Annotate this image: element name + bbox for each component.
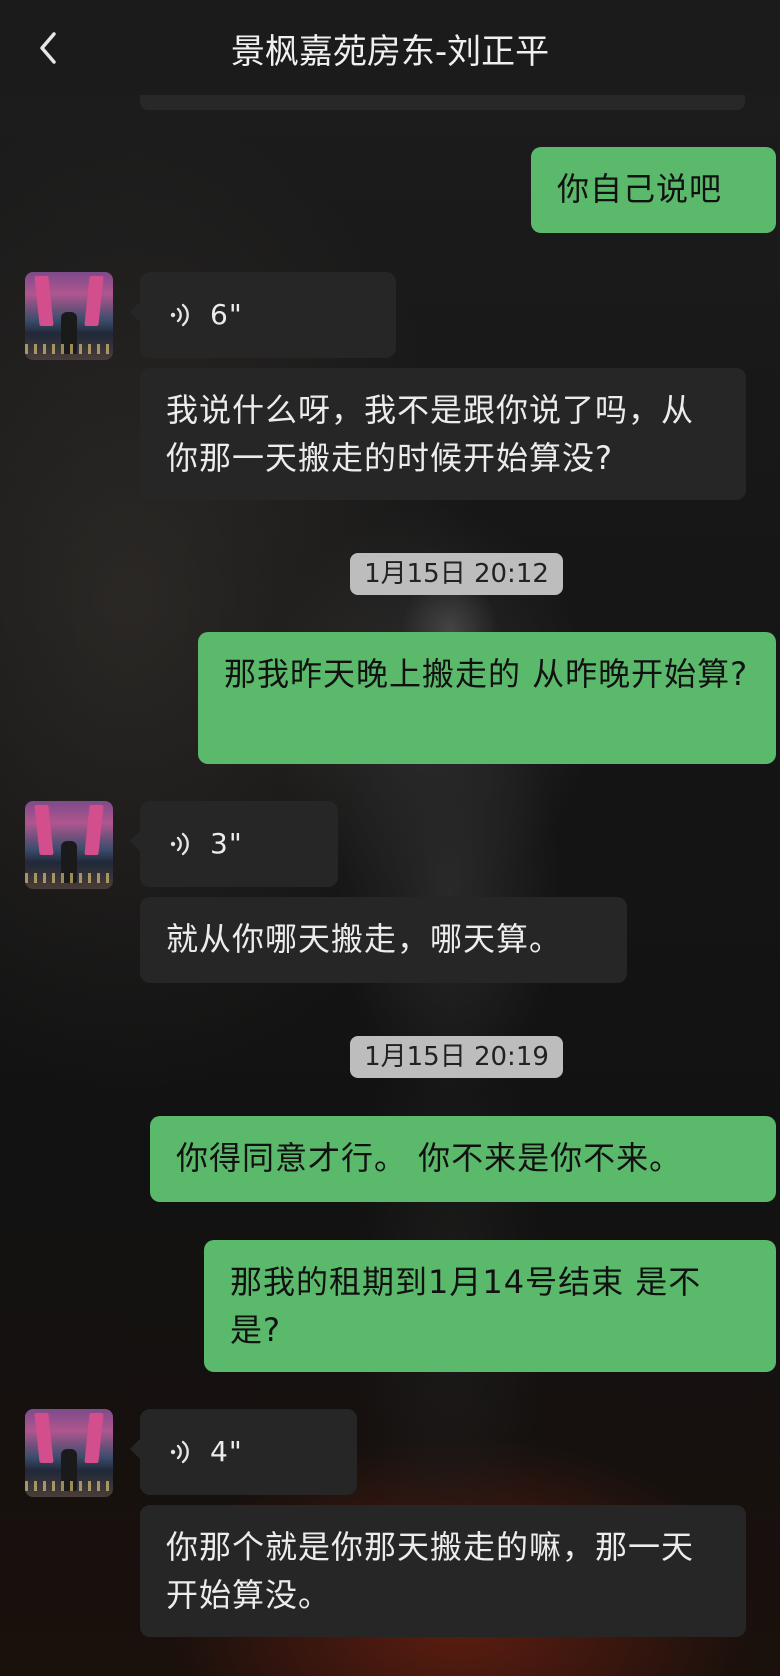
message-timestamp: 1月15日 20:19 [350,1036,563,1078]
message-text: 我说什么呀，我不是跟你说了吗，从你那一天搬走的时候开始算没? [166,391,695,477]
message-text: 那我的租期到1月14号结束 是不是? [230,1263,702,1349]
outgoing-message[interactable]: 你自己说吧 [531,147,776,233]
message-text: 你自己说吧 [557,170,723,208]
voice-duration: 4" [210,1435,243,1468]
outgoing-message[interactable]: 那我昨天晚上搬走的 从昨晚开始算? [198,632,776,764]
voice-wave-icon [170,303,189,327]
message-text: 你得同意才行。 你不来是你不来。 [176,1139,683,1177]
voice-wave-icon [170,1440,189,1464]
message-text: 那我昨天晚上搬走的 从昨晚开始算? [224,655,749,693]
chat-header: 景枫嘉苑房东-刘正平 [0,0,780,95]
outgoing-message[interactable]: 你得同意才行。 你不来是你不来。 [150,1116,776,1202]
incoming-message[interactable]: 你那个就是你那天搬走的嘛，那一天开始算没。 [140,1505,746,1637]
message-text: 你那个就是你那天搬走的嘛，那一天开始算没。 [166,1528,695,1614]
incoming-message[interactable]: 就从你哪天搬走，哪天算。 [140,897,627,983]
voice-message[interactable]: 3" [130,801,338,887]
outgoing-message[interactable]: 那我的租期到1月14号结束 是不是? [204,1240,776,1372]
contact-avatar[interactable] [25,272,113,360]
contact-avatar[interactable] [25,801,113,889]
voice-duration: 3" [210,827,243,860]
voice-duration: 6" [210,298,243,331]
chat-title: 景枫嘉苑房东-刘正平 [230,32,550,72]
contact-avatar[interactable] [25,1409,113,1497]
voice-wave-icon [170,832,189,856]
voice-message[interactable]: 6" [130,272,396,358]
incoming-message[interactable]: 我说什么呀，我不是跟你说了吗，从你那一天搬走的时候开始算没? [140,368,746,500]
voice-message[interactable]: 4" [130,1409,357,1495]
message-text: 就从你哪天搬走，哪天算。 [166,920,563,958]
message-timestamp: 1月15日 20:12 [350,553,563,595]
